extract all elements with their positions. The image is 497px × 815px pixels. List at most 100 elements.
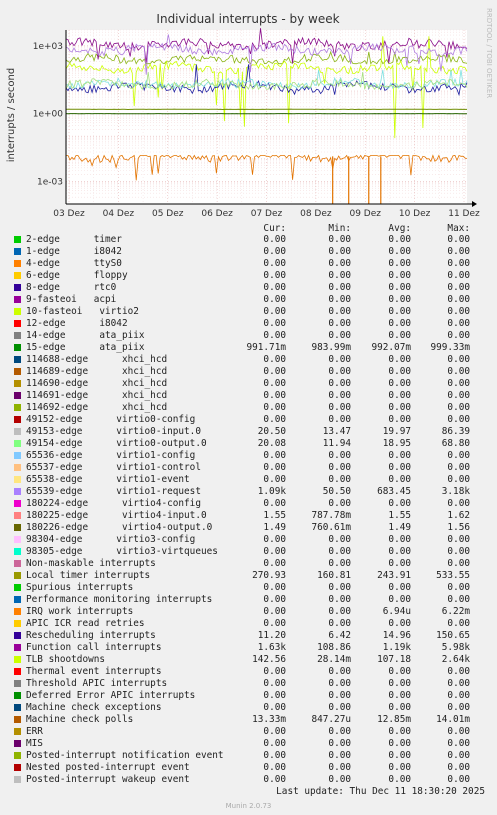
legend-max-value: 6.22m <box>441 606 470 617</box>
x-tick-label: 06 Dez <box>201 209 233 219</box>
legend-swatch <box>14 740 21 747</box>
legend-swatch <box>14 356 21 363</box>
legend-cur-value: 0.00 <box>263 594 286 605</box>
legend-swatch <box>14 476 21 483</box>
legend-series-name: Performance monitoring interrupts <box>26 594 213 605</box>
legend-swatch <box>14 428 21 435</box>
legend-series-name: Deferred Error APIC interrupts <box>26 690 196 701</box>
legend-cur-value: 0.00 <box>263 282 286 293</box>
x-axis-arrow <box>472 201 477 207</box>
legend-swatch <box>14 536 21 543</box>
legend-cur-value: 0.00 <box>263 462 286 473</box>
legend-max-value: 0.00 <box>447 750 470 761</box>
legend-max-value: 86.39 <box>441 426 470 437</box>
legend-max-value: 0.00 <box>447 534 470 545</box>
legend-series-name: 15-edge ata_piix <box>26 342 145 353</box>
legend-max-value: 0.00 <box>447 234 470 245</box>
legend-series-name: Posted-interrupt notification event <box>26 750 224 761</box>
legend-row: APIC ICR read retries 0.00 0.00 0.00 0.00 <box>0 618 497 630</box>
legend-max-value: 0.00 <box>447 474 470 485</box>
legend-cur-value: 0.00 <box>263 606 286 617</box>
legend-series-name: 49152-edge virtio0-config <box>26 414 196 425</box>
legend-swatch <box>14 644 21 651</box>
legend-series-name: 98304-edge virtio3-config <box>26 534 196 545</box>
legend-row: 65539-edge virtio1-request 1.09k 50.50 683.… <box>0 486 497 498</box>
legend-row: 15-edge ata_piix 991.71m 983.99m 992.07m 999… <box>0 342 497 354</box>
legend-max-value: 5.98k <box>441 642 470 653</box>
legend-max-value: 0.00 <box>447 762 470 773</box>
y-tick-label: 1e-03 <box>37 177 63 187</box>
legend-series-name: Non-maskable interrupts <box>26 558 156 569</box>
legend-swatch <box>14 236 21 243</box>
legend-max-value: 0.00 <box>447 702 470 713</box>
x-tick-label: 08 Dez <box>300 209 332 219</box>
legend-max-value: 0.00 <box>447 558 470 569</box>
legend-row: Spurious interrupts 0.00 0.00 0.00 0.00 <box>0 582 497 594</box>
legend-cur-value: 0.00 <box>263 618 286 629</box>
legend-series-name: MIS <box>26 738 43 749</box>
legend-row: 49154-edge virtio0-output.0 20.08 11.94 18.… <box>0 438 497 450</box>
legend-row: Local timer interrupts 270.93 160.81 243.91… <box>0 570 497 582</box>
legend-swatch <box>14 716 21 723</box>
legend-swatch <box>14 548 21 555</box>
legend-cur-value: 0.00 <box>263 726 286 737</box>
legend-max-value: 0.00 <box>447 402 470 413</box>
legend-max-value: 68.80 <box>441 438 470 449</box>
legend-swatch <box>14 560 21 567</box>
legend-max-value: 150.65 <box>436 630 470 641</box>
legend-row: 1-edge i8042 0.00 0.00 0.00 0.00 <box>0 246 497 258</box>
legend-cur-value: 0.00 <box>263 558 286 569</box>
legend-max-value: 0.00 <box>447 258 470 269</box>
legend-max-value: 533.55 <box>436 570 470 581</box>
legend-series-name: 180225-edge virtio4-input.0 <box>26 510 207 521</box>
x-tick-label: 03 Dez <box>53 209 85 219</box>
legend-swatch <box>14 272 21 279</box>
legend-max-value: 2.64k <box>441 654 470 665</box>
legend-row: 2-edge timer 0.00 0.00 0.00 0.00 <box>0 234 497 246</box>
legend-series-name: 10-fasteoi virtio2 <box>26 306 139 317</box>
legend-swatch <box>14 440 21 447</box>
legend-row: 98305-edge virtio3-virtqueues 0.00 0.00 0.0… <box>0 546 497 558</box>
legend-max-value: 0.00 <box>447 378 470 389</box>
legend-cur-value: 0.00 <box>263 498 286 509</box>
legend-series-name: Posted-interrupt wakeup event <box>26 774 190 785</box>
legend-series-name: ERR <box>26 726 43 737</box>
legend-cur-value: 0.00 <box>263 546 286 557</box>
y-tick-label: 1e+00 <box>33 110 64 120</box>
legend-swatch <box>14 296 21 303</box>
legend-max-value: 0.00 <box>447 306 470 317</box>
legend-cur-value: 0.00 <box>263 474 286 485</box>
legend-series-name: 8-edge rtc0 <box>26 282 117 293</box>
legend-cur-value: 0.00 <box>263 330 286 341</box>
legend-swatch <box>14 620 21 627</box>
legend-series-name: 114690-edge xhci_hcd <box>26 378 168 389</box>
legend-series-name: 65537-edge virtio1-control <box>26 462 201 473</box>
legend-row: 114691-edge xhci_hcd 0.00 0.00 0.00 0.00 <box>0 390 497 402</box>
legend-swatch <box>14 332 21 339</box>
interrupts-chart: Individual interrupts - by week interrup… <box>6 8 493 219</box>
legend-row: Nested posted-interrupt event 0.00 0.00 0.0… <box>0 762 497 774</box>
legend-max-value: 0.00 <box>447 414 470 425</box>
legend-swatch <box>14 656 21 663</box>
legend-cur-value: 0.00 <box>263 294 286 305</box>
legend-max-value: 0.00 <box>447 282 470 293</box>
legend-cur-value: 0.00 <box>263 762 286 773</box>
legend-cur-value: 0.00 <box>263 402 286 413</box>
legend-row: 114689-edge xhci_hcd 0.00 0.00 0.00 0.00 <box>0 366 497 378</box>
legend-series-name: Local timer interrupts <box>26 570 151 581</box>
legend-max-value: 0.00 <box>447 666 470 677</box>
x-tick-label: 09 Dez <box>349 209 381 219</box>
legend-row: Non-maskable interrupts 0.00 0.00 0.00 0.00 <box>0 558 497 570</box>
legend-max-value: 0.00 <box>447 354 470 365</box>
legend-series-name: 49154-edge virtio0-output.0 <box>26 438 207 449</box>
legend-series-name: Thermal event interrupts <box>26 666 162 677</box>
legend-swatch <box>14 404 21 411</box>
legend-max-value: 0.00 <box>447 738 470 749</box>
x-tick-label: 11 Dez <box>448 209 480 219</box>
legend-swatch <box>14 680 21 687</box>
legend-cur-value: 0.00 <box>263 414 286 425</box>
legend-swatch <box>14 764 21 771</box>
legend-max-value: 3.18k <box>441 486 470 497</box>
legend-max-value: 999.33m <box>430 342 470 353</box>
legend-header-cur: Cur: <box>263 223 286 234</box>
